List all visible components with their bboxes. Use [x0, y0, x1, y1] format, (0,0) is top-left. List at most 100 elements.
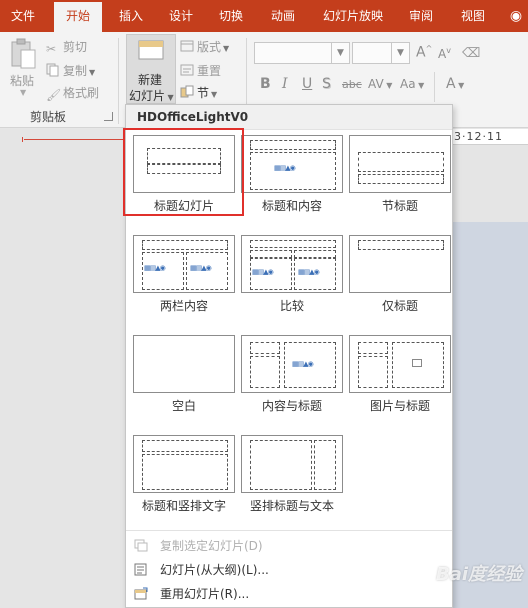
- cut-button[interactable]: ✂ 剪切: [46, 38, 87, 56]
- brush-icon: 🖌: [46, 88, 62, 102]
- layout-thumbnail: ▦▤▲◉ ▦▤▲◉: [241, 235, 343, 293]
- font-size-dropdown-icon[interactable]: ▼: [391, 43, 409, 63]
- layout-thumbnail: [241, 435, 343, 493]
- layout-two-content[interactable]: ▦▤▲◉ ▦▤▲◉ 两栏内容: [133, 235, 235, 327]
- tab-animations[interactable]: 动画: [262, 0, 304, 32]
- new-slide-icon: [138, 40, 164, 60]
- slides-from-outline-item[interactable]: 幻灯片(从大纲)(L)...: [126, 559, 452, 581]
- new-slide-layout-gallery: HDOfficeLightV0 标题幻灯片 ▦▤▲◉ 标题和内容 节标题 ▦▤▲…: [123, 104, 453, 608]
- tab-review[interactable]: 审阅: [400, 0, 442, 32]
- layout-label: 标题和内容: [261, 199, 322, 213]
- layout-label: 标题和竖排文字: [141, 499, 226, 513]
- reset-icon: [180, 63, 194, 77]
- layout-thumbnail: [133, 435, 235, 493]
- section-button[interactable]: 节 ▼: [180, 84, 217, 101]
- tab-file[interactable]: 文件: [0, 0, 46, 32]
- tab-transitions[interactable]: 切换: [210, 0, 252, 32]
- layout-thumbnail: [133, 335, 235, 393]
- font-name-dropdown-icon[interactable]: ▼: [331, 43, 349, 63]
- strikethrough-button[interactable]: abc: [342, 78, 362, 91]
- layout-thumbnail: ▦▤▲◉ ▦▤▲◉: [133, 235, 235, 293]
- font-color-button[interactable]: A ▼: [446, 76, 464, 92]
- underline-button[interactable]: U: [302, 76, 312, 92]
- layout-vertical-title-and-text[interactable]: 竖排标题与文本: [241, 435, 343, 527]
- paste-button[interactable]: 粘贴 ▼: [6, 38, 40, 98]
- format-painter-label: 格式刷: [63, 86, 100, 100]
- clipboard-group-label: 剪贴板: [30, 110, 67, 124]
- tab-insert[interactable]: 插入: [110, 0, 152, 32]
- slides-from-outline-label: 幻灯片(从大纲)(L)...: [160, 563, 269, 577]
- duplicate-slide-icon: [134, 539, 148, 552]
- layout-thumbnail: ▦▤▲◉: [241, 135, 343, 193]
- layout-thumbnail: ▦▤▲◉: [241, 335, 343, 393]
- reuse-slides-item[interactable]: 重用幻灯片(R)...: [126, 583, 452, 605]
- layout-picture-with-caption[interactable]: 图片与标题: [349, 335, 451, 427]
- content-placeholder-icon: ▦▤▲◉: [190, 264, 212, 272]
- copy-label: 复制: [63, 64, 88, 78]
- slide-canvas[interactable]: [452, 222, 528, 608]
- layout-blank[interactable]: 空白: [133, 335, 235, 427]
- paste-label: 粘贴: [10, 74, 35, 88]
- section-icon: [180, 85, 194, 99]
- layout-button[interactable]: 版式 ▼: [180, 38, 229, 55]
- clear-format-icon[interactable]: ⌫: [462, 46, 480, 61]
- layout-thumbnail: [349, 135, 451, 193]
- reset-button[interactable]: 重置: [180, 62, 221, 79]
- content-placeholder-icon: ▦▤▲◉: [144, 264, 166, 272]
- layout-label: 节标题: [381, 199, 418, 213]
- reset-label: 重置: [197, 64, 222, 78]
- copy-icon: [46, 63, 60, 77]
- tab-view[interactable]: 视图: [452, 0, 494, 32]
- layout-content-with-caption[interactable]: ▦▤▲◉ 内容与标题: [241, 335, 343, 427]
- layout-title-and-content[interactable]: ▦▤▲◉ 标题和内容: [241, 135, 343, 227]
- change-case-button[interactable]: Aa ▼: [400, 77, 424, 91]
- tab-slideshow[interactable]: 幻灯片放映: [316, 0, 390, 32]
- section-label: 节: [197, 86, 210, 100]
- new-slide-button[interactable]: 新建 幻灯片 ▼: [126, 34, 176, 104]
- font-name-box[interactable]: ▼: [254, 42, 350, 64]
- layout-label: 竖排标题与文本: [249, 499, 334, 513]
- copy-button[interactable]: 复制 ▼: [46, 62, 95, 79]
- bold-button[interactable]: B: [260, 76, 271, 92]
- font-size-box[interactable]: ▼: [352, 42, 410, 64]
- more-tabs-icon[interactable]: ◉: [504, 0, 528, 32]
- picture-placeholder-icon: [412, 359, 422, 367]
- layout-title-and-vertical-text[interactable]: 标题和竖排文字: [133, 435, 235, 527]
- ribbon-tab-bar: 文件 开始 插入 设计 切换 动画 幻灯片放映 审阅 视图 ◉: [0, 0, 528, 32]
- theme-name-header: HDOfficeLightV0: [126, 105, 452, 130]
- layout-label: 两栏内容: [159, 299, 208, 313]
- layout-label: 空白: [171, 399, 196, 413]
- selected-layout-highlight: [123, 128, 244, 216]
- new-slide-label-line2: 幻灯片 ▼: [129, 89, 174, 103]
- italic-button[interactable]: I: [282, 76, 288, 92]
- tab-home[interactable]: 开始: [54, 2, 102, 32]
- section-caret-icon: ▼: [211, 90, 218, 99]
- content-placeholder-icon: ▦▤▲◉: [252, 268, 274, 276]
- duplicate-slides-item: 复制选定幻灯片(D): [126, 535, 452, 557]
- layout-thumbnail: [349, 335, 451, 393]
- cut-label: 剪切: [63, 40, 88, 54]
- shrink-font-button[interactable]: Av: [438, 46, 451, 61]
- content-placeholder-icon: ▦▤▲◉: [292, 360, 314, 368]
- tab-design[interactable]: 设计: [160, 0, 202, 32]
- content-placeholder-icon: ▦▤▲◉: [298, 268, 320, 276]
- layout-title-only[interactable]: 仅标题: [349, 235, 451, 327]
- layout-label: 比较: [279, 299, 304, 313]
- grow-font-button[interactable]: A^: [416, 44, 432, 61]
- menu-separator: [126, 530, 452, 531]
- format-painter-button[interactable]: 🖌 格式刷: [46, 84, 99, 102]
- paste-icon: [11, 38, 36, 69]
- horizontal-ruler: 3·12·11: [452, 129, 528, 145]
- content-placeholder-icon: ▦▤▲◉: [274, 164, 296, 172]
- layout-caret-icon: ▼: [223, 44, 230, 53]
- shadow-button[interactable]: S: [322, 76, 331, 92]
- layout-section-header[interactable]: 节标题: [349, 135, 451, 227]
- layout-label: 版式: [197, 40, 222, 54]
- layout-comparison[interactable]: ▦▤▲◉ ▦▤▲◉ 比较: [241, 235, 343, 327]
- group-separator: [118, 38, 119, 124]
- copy-caret-icon[interactable]: ▼: [89, 68, 95, 77]
- paste-caret-icon[interactable]: ▼: [20, 88, 26, 97]
- clipboard-launcher-icon[interactable]: [104, 112, 113, 121]
- char-spacing-button[interactable]: AV ▼: [368, 77, 392, 91]
- layout-label: 图片与标题: [369, 399, 430, 413]
